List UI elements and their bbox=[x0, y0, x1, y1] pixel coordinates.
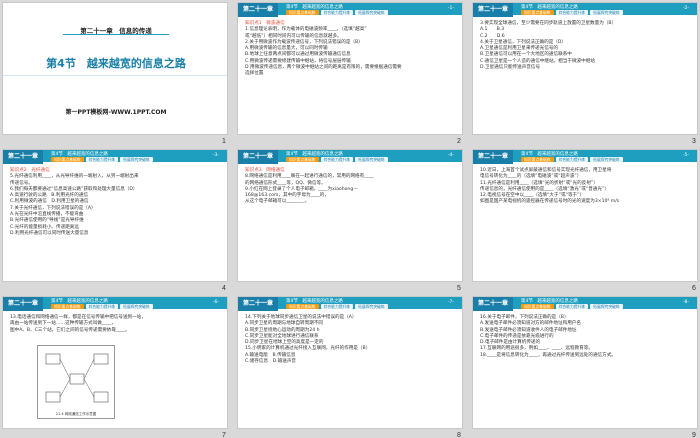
heading-divider bbox=[3, 75, 227, 76]
slide-tab[interactable]: 知识要点基础练 bbox=[286, 10, 319, 15]
footer-text: 第一PPT模板网-WWW.1PPT.COM bbox=[65, 109, 167, 116]
slide-tab[interactable]: 综合能力提升练 bbox=[85, 304, 119, 309]
slide-tab[interactable]: 综合能力提升练 bbox=[320, 304, 354, 309]
slide-page-indicator: -8- bbox=[682, 300, 689, 305]
slide-text-line: 18.____是将信息转化为____，再通过光纤传送到远处的通信方式。 bbox=[480, 352, 616, 358]
network-diagram-graphic bbox=[45, 353, 109, 403]
chapter-badge: 第二十一章 bbox=[473, 297, 513, 311]
slide-thumbnail-4[interactable]: 第二十一章 第4节 越来越宽的信息之路 知识要点基础练 综合能力提升练 拓展探究突破练 -… bbox=[2, 149, 228, 282]
slide-number: 5 bbox=[457, 285, 461, 292]
slide-tab[interactable]: 拓展探究突破练 bbox=[355, 304, 388, 309]
chapter-badge: 第二十一章 bbox=[238, 150, 278, 164]
slide-number: 7 bbox=[222, 432, 226, 438]
slide-page-indicator: -6- bbox=[212, 300, 219, 305]
slide-thumbnail-3[interactable]: 第二十一章 第4节 越来越宽的信息之路 知识要点基础练 综合能力提升练 拓展探究突破练 -… bbox=[472, 2, 698, 135]
slide-text-line: D.利用光纤通信可以同时传送大量信息 bbox=[10, 230, 89, 236]
slide-text-line: 从这个电子邮箱可以________。 bbox=[245, 199, 310, 205]
slide-text-line: 如图是国产某电视机的遥控器在传递信号时的光的速度为3×10⁸ m/s bbox=[480, 199, 620, 205]
slide-text-line: 选择位置 bbox=[245, 71, 264, 77]
chapter-badge: 第二十一章 bbox=[473, 3, 513, 17]
slide-tabs: 知识要点基础练 综合能力提升练 拓展探究突破练 bbox=[286, 304, 388, 309]
slide-number: 9 bbox=[692, 432, 696, 438]
slide-tabs: 知识要点基础练 综合能力提升练 拓展探究突破练 bbox=[286, 157, 388, 162]
slide-tab[interactable]: 综合能力提升练 bbox=[555, 157, 589, 162]
slide-tab[interactable]: 拓展探究突破练 bbox=[355, 157, 388, 162]
slide-tab[interactable]: 拓展探究突破练 bbox=[120, 157, 153, 162]
slide-tab[interactable]: 知识要点基础练 bbox=[286, 304, 319, 309]
slide-tabs: 知识要点基础练 综合能力提升练 拓展探究突破练 bbox=[51, 157, 153, 162]
slide-tab[interactable]: 知识要点基础练 bbox=[521, 10, 554, 15]
slide-number: 6 bbox=[692, 285, 696, 292]
slide-page-indicator: -7- bbox=[447, 300, 454, 305]
slide-body: 13.电话通信和网络通信一样，都是在信号传输中把信号送到一站， 再由一站传送到下一… bbox=[10, 315, 220, 334]
slide-tab[interactable]: 知识要点基础练 bbox=[521, 157, 554, 162]
slide-tabs: 知识要点基础练 综合能力提升练 拓展探究突破练 bbox=[51, 304, 153, 309]
chapter-badge: 第二十一章 bbox=[473, 150, 513, 164]
slide-page-indicator: -2- bbox=[682, 6, 689, 11]
slide-tab[interactable]: 知识要点基础练 bbox=[521, 304, 554, 309]
slide-thumbnail-9[interactable]: 第二十一章 第4节 越来越宽的信息之路 知识要点基础练 综合能力提升练 拓展探究突破练 -… bbox=[472, 296, 698, 429]
slide-page-indicator: -3- bbox=[212, 153, 219, 158]
slide-number: 2 bbox=[457, 138, 461, 145]
slide-tabs: 知识要点基础练 综合能力提升练 拓展探究突破练 bbox=[286, 10, 388, 15]
slide-tab[interactable]: 知识要点基础练 bbox=[286, 157, 319, 162]
network-diagram: 21-4 网络通信工作示意图 bbox=[37, 345, 115, 419]
slide-page-indicator: -4- bbox=[447, 153, 454, 158]
title-divider bbox=[63, 34, 169, 35]
slide-tab[interactable]: 拓展探究突破练 bbox=[120, 304, 153, 309]
slide-body: 知识点3 网络通信 8.网络通信是利用____联在一起进行通信的，常用的网络有__… bbox=[245, 168, 455, 206]
slide-tab[interactable]: 拓展探究突破练 bbox=[590, 157, 623, 162]
slide-tab[interactable]: 拓展探究突破练 bbox=[355, 10, 388, 15]
chapter-badge: 第二十一章 bbox=[3, 297, 43, 311]
section-heading: 第4节 越来越宽的信息之路 bbox=[46, 57, 186, 70]
slide-body: 16.关于电子邮件，下列说法正确的是（B） A.发送电子邮件必须知道对方的邮件地址… bbox=[480, 315, 690, 359]
slide-body: 10.近日，上海首个试点屏蔽通信和信号实现光纤通信，用卫星将 电信号转化为____… bbox=[480, 168, 690, 206]
slide-tabs: 知识要点基础练 综合能力提升练 拓展探究突破练 bbox=[521, 10, 623, 15]
slide-tab[interactable]: 拓展探究突破练 bbox=[590, 304, 623, 309]
slide-tab[interactable]: 综合能力提升练 bbox=[320, 157, 354, 162]
slide-thumbnail-6[interactable]: 第二十一章 第4节 越来越宽的信息之路 知识要点基础练 综合能力提升练 拓展探究突破练 -… bbox=[472, 149, 698, 282]
slide-tab[interactable]: 综合能力提升练 bbox=[555, 304, 589, 309]
slide-text-line: C.储存信息 D.输送声音 bbox=[245, 359, 297, 365]
slide-tabs: 知识要点基础练 综合能力提升练 拓展探究突破练 bbox=[521, 304, 623, 309]
slide-tab[interactable]: 拓展探究突破练 bbox=[590, 10, 623, 15]
slide-page-indicator: -5- bbox=[682, 153, 689, 158]
slide-tab[interactable]: 知识要点基础练 bbox=[51, 157, 84, 162]
slide-page-indicator: -1- bbox=[447, 6, 454, 11]
slide-thumbnail-2[interactable]: 第二十一章 第4节 越来越宽的信息之路 知识要点基础练 综合能力提升练 拓展探究突破练 -… bbox=[237, 2, 463, 135]
slide-tab[interactable]: 综合能力提升练 bbox=[320, 10, 354, 15]
slide-thumbnail-1[interactable]: 第二十一章 信息的传递 第4节 越来越宽的信息之路 第一PPT模板网-WWW.1PP… bbox=[2, 2, 228, 135]
slide-number: 8 bbox=[457, 432, 461, 438]
slide-body: 14.下列关于地球同步通信卫星的说法中错误的是（A） A.同步卫星的周期与地球自转… bbox=[245, 315, 455, 365]
slide-body: 知识点2 光纤通信 5.光纤通信利用____，从光导纤维的一端射入，从另一端射出来… bbox=[10, 168, 220, 237]
slide-body: 知识点1 微波通信 1.信息理论表明，作为载体的电磁波频率____，（选填“越高”… bbox=[245, 21, 455, 78]
slide-tabs: 知识要点基础练 综合能力提升练 拓展探究突破练 bbox=[521, 157, 623, 162]
chapter-badge: 第二十一章 bbox=[238, 3, 278, 17]
slide-thumbnail-7[interactable]: 第二十一章 第4节 越来越宽的信息之路 知识要点基础练 综合能力提升练 拓展探究突破练 -… bbox=[2, 296, 228, 429]
chapter-badge: 第二十一章 bbox=[3, 150, 43, 164]
slide-tab[interactable]: 知识要点基础练 bbox=[51, 304, 84, 309]
slide-thumbnail-5[interactable]: 第二十一章 第4节 越来越宽的信息之路 知识要点基础练 综合能力提升练 拓展探究突破练 -… bbox=[237, 149, 463, 282]
slide-body: 3.要实现全球通信，至少需要在同步轨道上放置的卫星数量为（B） A.1 B.3 C.… bbox=[480, 21, 690, 71]
slide-number: 1 bbox=[222, 138, 226, 145]
slide-number: 4 bbox=[222, 285, 226, 292]
slide-thumbnail-8[interactable]: 第二十一章 第4节 越来越宽的信息之路 知识要点基础练 综合能力提升练 拓展探究突破练 -… bbox=[237, 296, 463, 429]
diagram-caption: 21-4 网络通信工作示意图 bbox=[55, 412, 97, 416]
slide-tab[interactable]: 综合能力提升练 bbox=[555, 10, 589, 15]
slide-number: 3 bbox=[692, 138, 696, 145]
chapter-badge: 第二十一章 bbox=[238, 297, 278, 311]
slide-text-line: D.卫星通信只能传送声音信号 bbox=[480, 65, 541, 71]
slide-tab[interactable]: 综合能力提升练 bbox=[85, 157, 119, 162]
slide-text-line: 图中A、B、C三个站，它们之间的信号传递需要依靠____。 bbox=[10, 327, 130, 333]
